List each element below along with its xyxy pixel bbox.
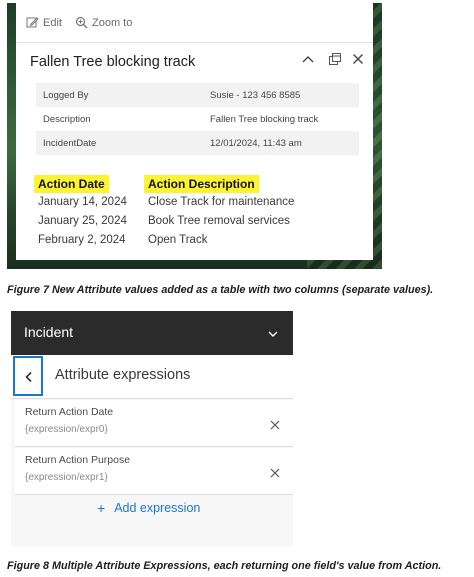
back-button[interactable]: [13, 356, 43, 396]
attribute-row: Description Fallen Tree blocking track: [36, 107, 359, 131]
action-date-cell: February 2, 2024: [38, 234, 126, 246]
subpanel-header: Attribute expressions: [11, 355, 293, 399]
popup-title: Fallen Tree blocking track: [30, 54, 196, 70]
plus-icon: +: [97, 500, 106, 516]
figure-7-screenshot: Edit Zoom to Fallen Tree blocking track: [7, 3, 382, 269]
attribute-row: IncidentDate 12/01/2024, 11:43 am: [36, 131, 359, 155]
action-description-cell: Close Track for maintenance: [148, 196, 295, 208]
zoom-to-button[interactable]: Zoom to: [75, 16, 132, 29]
chevron-left-icon: [25, 371, 32, 383]
edit-button[interactable]: Edit: [26, 16, 62, 29]
action-date-cell: January 25, 2024: [38, 215, 127, 227]
expression-item[interactable]: Return Action Date {expression/expr0}: [15, 400, 293, 447]
attribute-field: Description: [43, 113, 91, 125]
figure-8-caption: Figure 8 Multiple Attribute Expressions,…: [7, 560, 442, 572]
attribute-value: Susie - 123 456 8585: [203, 83, 359, 107]
expression-path: {expression/expr0}: [25, 424, 108, 435]
action-description-cell: Book Tree removal services: [148, 215, 290, 227]
attribute-value: 12/01/2024, 11:43 am: [203, 131, 359, 155]
expression-name: Return Action Date: [25, 406, 114, 418]
zoom-icon: [75, 16, 88, 29]
dock-icon[interactable]: [327, 51, 343, 67]
expression-name: Return Action Purpose: [25, 454, 131, 466]
action-description-cell: Open Track: [148, 234, 208, 246]
zoom-to-label: Zoom to: [92, 16, 133, 29]
figure-7-caption: Figure 7 New Attribute values added as a…: [7, 284, 434, 296]
subpanel-title: Attribute expressions: [55, 367, 191, 383]
action-date-header: Action Date: [34, 175, 109, 193]
figure-8-screenshot: Incident Attribute expressions Return Ac…: [11, 311, 293, 547]
attribute-row: Logged By Susie - 123 456 8585: [36, 83, 359, 107]
collapse-chevron-up-icon[interactable]: [300, 51, 316, 67]
panel-title: Incident: [24, 324, 74, 340]
feature-popup: Edit Zoom to Fallen Tree blocking track: [16, 3, 373, 260]
attribute-field: IncidentDate: [36, 131, 203, 155]
close-icon[interactable]: [350, 51, 366, 67]
add-expression-label: Add expression: [114, 501, 201, 515]
add-expression-button[interactable]: + Add expression: [97, 500, 200, 516]
action-description-header: Action Description: [144, 175, 259, 193]
remove-expression-icon[interactable]: [270, 465, 280, 483]
expression-path: {expression/expr1}: [25, 472, 108, 483]
edit-icon: [26, 16, 39, 29]
attribute-field: Logged By: [36, 83, 203, 107]
expression-item[interactable]: Return Action Purpose {expression/expr1}: [15, 448, 293, 495]
attribute-value: Fallen Tree blocking track: [210, 113, 319, 125]
popup-toolbar: Edit Zoom to: [16, 3, 373, 43]
edit-label: Edit: [43, 16, 62, 29]
remove-expression-icon[interactable]: [270, 417, 280, 435]
attribute-table: Logged By Susie - 123 456 8585 Descripti…: [36, 83, 359, 155]
panel-header[interactable]: Incident: [11, 311, 293, 355]
chevron-down-icon[interactable]: [267, 327, 279, 345]
action-date-cell: January 14, 2024: [38, 196, 127, 208]
